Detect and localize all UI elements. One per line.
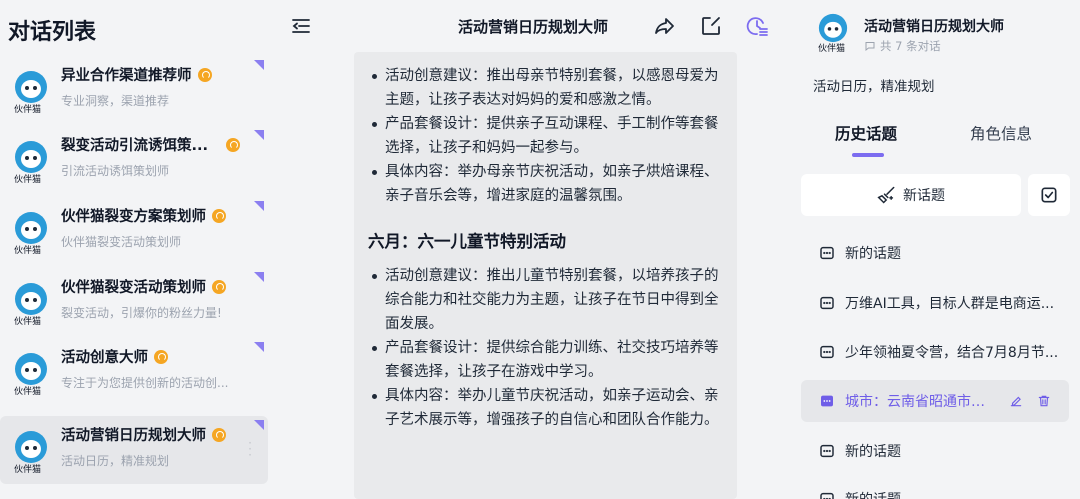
conversation-desc: 引流活动诱饵策划师 [61,164,170,178]
conversation-item[interactable]: 伙伴猫 伙伴猫裂变活动策划师 裂变活动，引爆你的粉丝力量! [0,268,268,336]
conversation-item[interactable]: 伙伴猫 异业合作渠道推荐师 专业洞察，渠道推荐 [0,56,268,124]
conversation-item[interactable]: 伙伴猫 活动创意大师 专注于为您提供创新的活动创... [0,338,268,406]
brand-label: 伙伴猫 [818,44,846,54]
topic-item[interactable]: 万维AI工具，目标人群是电商运... [801,282,1069,324]
conversation-desc: 专注于为您提供创新的活动创... [61,376,229,390]
chat-panel: 活动营销日历规划大师 活动创意建议：推出母亲节特别套餐，以感恩母爱为主题，让孩子… [275,0,791,499]
more-options-icon[interactable]: · · · [248,437,252,461]
brand-label: 伙伴猫 [14,317,42,327]
conversation-item[interactable]: 伙伴猫 伙伴猫裂变方案策划师 伙伴猫裂变活动策划师 [0,197,268,265]
corner-flag-icon [254,60,264,70]
brand-label: 伙伴猫 [14,387,42,397]
cat-avatar-icon [15,141,47,173]
conversation-name: 裂变活动引流诱饵策... [61,134,241,155]
topic-bubble-icon [820,492,834,499]
conversation-desc: 专业洞察，渠道推荐 [61,94,170,108]
conversation-desc: 裂变活动，引爆你的粉丝力量! [61,306,222,320]
conversation-name: 伙伴猫裂变方案策划师 [61,205,226,226]
conversation-sidebar: 对话列表 伙伴猫 异业合作渠道推荐师 专业洞察，渠道推荐 伙伴猫 裂变活动引流诱… [0,0,275,499]
conversation-name: 活动创意大师 [61,346,168,367]
tab-role-info[interactable]: 角色信息 [970,122,1032,144]
cat-avatar-icon [15,71,47,103]
official-badge-icon [212,427,226,442]
topic-item[interactable]: 新的话题 [801,478,1069,499]
corner-flag-icon [254,201,264,211]
corner-flag-icon [254,272,264,282]
topic-panel: 伙伴猫 活动营销日历规划大师 共 7 条对话 活动日历，精准规划 历史话题 角色… [791,0,1080,499]
conversation-item[interactable]: 伙伴猫 裂变活动引流诱饵策... 引流活动诱饵策划师 [0,126,268,194]
conversation-name: 异业合作渠道推荐师 [61,64,212,85]
topic-item[interactable]: 新的话题 [801,232,1069,274]
corner-flag-icon [254,130,264,140]
chat-bubble-icon [865,42,875,52]
brand-label: 伙伴猫 [14,175,42,185]
corner-flag-icon [254,420,264,430]
conversation-name: 伙伴猫裂变活动策划师 [61,276,226,297]
topic-bubble-icon [820,246,834,260]
topic-item-active[interactable]: 城市：云南省昭通市七... [801,380,1069,422]
official-badge-icon [154,349,168,364]
topic-bubble-icon [820,296,834,310]
batch-select-button[interactable] [1028,174,1070,216]
brand-label: 伙伴猫 [14,105,42,115]
bullet-item: 具体内容：举办母亲节庆祝活动，如亲子烘焙课程、亲子音乐会等，增进家庭的温馨氛围。 [368,160,723,208]
bullet-item: 产品套餐设计：提供综合能力训练、社交技巧培养等套餐选择，让孩子在游戏中学习。 [368,336,723,384]
bullet-item: 活动创意建议：推出母亲节特别套餐，以感恩母爱为主题，让孩子表达对妈妈的爱和感激之… [368,64,723,112]
topic-bubble-icon [821,395,833,407]
official-badge-icon [212,208,226,223]
sidebar-title: 对话列表 [8,20,97,45]
tab-history-topics[interactable]: 历史话题 [835,122,897,144]
assistant-desc: 活动日历，精准规划 [813,79,935,95]
official-badge-icon [226,137,241,152]
cat-avatar-icon [818,13,848,43]
tab-indicator [852,153,884,157]
new-topic-button[interactable]: 新话题 [801,174,1021,216]
message-content: 活动创意建议：推出母亲节特别套餐，以感恩母爱为主题，让孩子表达对妈妈的爱和感激之… [354,52,737,499]
corner-flag-icon [254,342,264,352]
share-icon[interactable] [653,14,677,38]
conversation-desc: 活动日历，精准规划 [61,454,170,468]
topic-item[interactable]: 少年领袖夏令营，结合7月8月节... [801,331,1069,373]
history-clock-icon[interactable] [745,14,769,38]
assistant-name: 活动营销日历规划大师 [864,19,1004,35]
cat-avatar-icon [15,212,47,244]
section-heading: 六月：六一儿童节特别活动 [368,232,566,251]
brand-label: 伙伴猫 [14,465,42,475]
cat-avatar-icon [15,353,47,385]
checkbox-icon [1041,187,1057,203]
cat-avatar-icon [15,283,47,315]
cat-avatar-icon [15,431,47,463]
bullet-item: 具体内容：举办儿童节庆祝活动，如亲子运动会、亲子艺术展示等，增强孩子的自信心和团… [368,384,723,432]
conversation-item-active[interactable]: 伙伴猫 活动营销日历规划大师 活动日历，精准规划 · · · [0,416,268,484]
topic-item[interactable]: 新的话题 [801,430,1069,472]
chat-header: 活动营销日历规划大师 [275,0,791,52]
delete-icon[interactable] [1037,394,1051,408]
topic-bubble-icon [820,345,834,359]
official-badge-icon [197,67,212,82]
edit-icon[interactable] [699,14,723,38]
rename-icon[interactable] [1009,394,1023,408]
topic-bubble-icon [820,444,834,458]
brand-label: 伙伴猫 [14,246,42,256]
bullet-item: 活动创意建议：推出儿童节特别套餐，以培养孩子的综合能力和社交能力为主题，让孩子在… [368,264,723,336]
bullet-item: 产品套餐设计：提供亲子互动课程、手工制作等套餐选择，让孩子和妈妈一起参与。 [368,112,723,160]
conversation-desc: 伙伴猫裂变活动策划师 [61,235,182,249]
conversation-count: 共 7 条对话 [864,38,941,54]
official-badge-icon [212,279,226,294]
conversation-name: 活动营销日历规划大师 [61,424,226,445]
broom-icon [877,186,895,204]
